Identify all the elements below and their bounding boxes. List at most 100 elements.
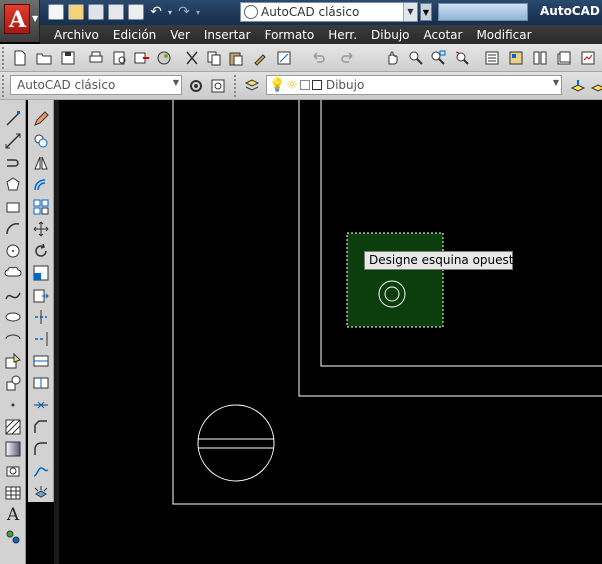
undo-icon[interactable]: ↶ [148,4,164,20]
menu-ver[interactable]: Ver [163,28,197,42]
copy-object-icon[interactable] [32,132,50,150]
blend-curves-icon[interactable] [32,462,50,480]
menu-insertar[interactable]: Insertar [197,28,258,42]
trim-icon[interactable] [32,308,50,326]
rectangle-icon[interactable] [4,198,22,216]
layer-manager-icon[interactable] [244,78,260,94]
add-selected-icon[interactable] [4,528,22,546]
zoom-previous-icon[interactable] [454,50,470,66]
break-at-point-icon[interactable] [32,352,50,370]
polyline-icon[interactable] [4,154,22,172]
redo-icon[interactable] [340,50,356,66]
break-icon[interactable] [32,374,50,392]
workspace-settings-icon[interactable] [210,78,226,94]
spline-icon[interactable] [4,286,22,304]
redo-dropdown-icon[interactable]: ▾ [196,8,200,17]
arc-icon[interactable] [4,220,22,238]
3d-dwf-icon[interactable] [156,50,172,66]
new-icon[interactable] [48,4,64,20]
properties-icon[interactable] [484,50,500,66]
cut-icon[interactable] [184,50,200,66]
search-field[interactable] [438,3,528,21]
undo-dropdown-icon[interactable]: ▾ [168,8,172,17]
undo-icon[interactable] [310,50,326,66]
plot-preview-icon[interactable] [112,50,128,66]
extend-icon[interactable] [32,330,50,348]
chevron-down-icon[interactable]: ▼ [403,3,417,21]
drawing-area[interactable] [59,100,602,564]
redo-icon[interactable]: ↷ [176,4,192,20]
sun-icon: ☼ [286,77,298,93]
drawing-svg [172,100,602,505]
paste-icon[interactable] [228,50,244,66]
table-icon[interactable] [4,484,22,502]
insert-block-icon[interactable] [4,352,22,370]
polygon-icon[interactable] [4,176,22,194]
erase-icon[interactable] [32,110,50,128]
block-editor-icon[interactable] [276,50,292,66]
layer-combo[interactable]: 💡 ☼ Dibujo ▼ [266,75,562,95]
application-button[interactable]: A ▼ [0,0,40,42]
multiline-text-icon[interactable]: A [4,506,22,524]
menu-archivo[interactable]: Archivo [40,28,106,42]
point-icon[interactable] [4,396,22,414]
save-icon[interactable] [60,50,76,66]
qat-menu-button[interactable]: ▼ [420,3,432,21]
toolbar-grip[interactable] [2,75,6,97]
menu-modificar[interactable]: Modificar [469,28,538,42]
ellipse-icon[interactable] [4,308,22,326]
menu-acotar[interactable]: Acotar [417,28,470,42]
print-icon[interactable] [88,50,104,66]
join-icon[interactable] [32,396,50,414]
region-icon[interactable] [4,462,22,480]
save-icon[interactable] [88,4,104,20]
stretch-icon[interactable] [32,286,50,304]
revision-cloud-icon[interactable] [4,264,22,282]
zoom-realtime-icon[interactable] [408,50,424,66]
chamfer-icon[interactable] [32,418,50,436]
menu-dibujo[interactable]: Dibujo [364,28,416,42]
make-current-layer-icon[interactable] [570,78,586,94]
workspace-combo[interactable]: AutoCAD clásico ▼ [10,75,182,95]
toolbar-grip[interactable] [2,47,6,69]
fillet-icon[interactable] [32,440,50,458]
pan-hand-icon[interactable] [384,50,400,66]
gear-icon[interactable] [188,78,204,94]
construction-line-icon[interactable] [4,132,22,150]
chevron-down-icon[interactable]: ▼ [553,78,559,87]
match-properties-icon[interactable] [252,50,268,66]
rotate-icon[interactable] [32,242,50,260]
copy-icon[interactable] [206,50,222,66]
open-icon[interactable] [68,4,84,20]
saveas-icon[interactable] [108,4,124,20]
publish-icon[interactable] [134,50,150,66]
new-icon[interactable] [12,50,28,66]
tool-palettes-icon[interactable] [532,50,548,66]
offset-icon[interactable] [32,176,50,194]
gear-icon [244,5,258,19]
layer-previous-icon[interactable] [590,78,602,94]
move-icon[interactable] [32,220,50,238]
markup-icon[interactable] [580,50,596,66]
explode-icon[interactable] [32,484,50,502]
gradient-icon[interactable] [4,440,22,458]
line-icon[interactable] [4,110,22,128]
menu-edicion[interactable]: Edición [106,28,163,42]
menu-formato[interactable]: Formato [258,28,322,42]
sheet-set-icon[interactable] [556,50,572,66]
circle-icon[interactable] [4,242,22,260]
ellipse-arc-icon[interactable] [4,330,22,348]
scale-icon[interactable] [32,264,50,282]
open-icon[interactable] [36,50,52,66]
menu-herr[interactable]: Herr. [321,28,364,42]
hatch-icon[interactable] [4,418,22,436]
workspace-selector[interactable]: AutoCAD clásico ▼ [240,2,418,22]
chevron-down-icon[interactable]: ▼ [173,78,179,87]
design-center-icon[interactable] [508,50,524,66]
make-block-icon[interactable] [4,374,22,392]
mirror-icon[interactable] [32,154,50,172]
print-icon[interactable] [128,4,144,20]
toolbar-grip[interactable] [234,75,238,97]
array-icon[interactable] [32,198,50,216]
zoom-window-icon[interactable] [430,50,446,66]
